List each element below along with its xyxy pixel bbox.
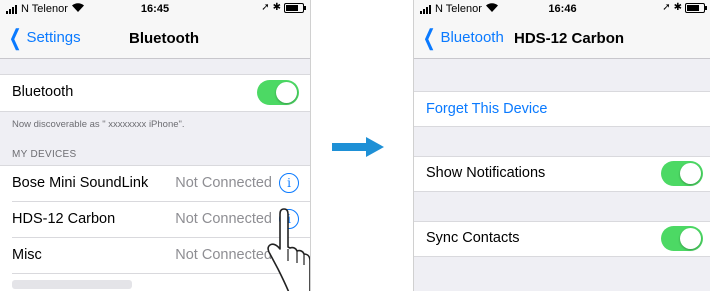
show-notifications-row: Show Notifications	[414, 156, 710, 192]
forget-device-row[interactable]: Forget This Device	[414, 91, 710, 127]
info-icon[interactable]: i	[279, 173, 299, 193]
bluetooth-row: Bluetooth	[0, 74, 310, 112]
battery-icon	[284, 2, 306, 13]
chevron-left-icon: ❮	[8, 25, 22, 50]
sync-contacts-label: Sync Contacts	[426, 230, 520, 246]
show-notifications-label: Show Notifications	[426, 165, 546, 181]
device-name: HDS-12 Carbon	[12, 211, 116, 227]
forget-device-button[interactable]: Forget This Device	[426, 101, 547, 117]
back-button[interactable]: ❮ Settings	[6, 25, 81, 50]
partial-device-row	[12, 280, 132, 289]
battery-icon	[685, 2, 707, 13]
back-label: Settings	[26, 29, 81, 46]
device-row[interactable]: Bose Mini SoundLink Not Connected i	[0, 166, 310, 201]
navigation-bar: ❮ Settings Bluetooth	[0, 18, 310, 59]
section-header: MY DEVICES	[12, 149, 77, 160]
back-label: Bluetooth	[440, 29, 504, 46]
device-detail-screen: N Telenor 16:46 ➚ ✱ ❮ Bluetooth HDS-12 C…	[413, 0, 710, 291]
status-bar: N Telenor 16:45 ➚ ✱	[0, 0, 310, 18]
device-status: Not Connected	[175, 211, 272, 227]
tapping-hand-icon	[267, 208, 310, 291]
page-title: HDS-12 Carbon	[514, 30, 625, 47]
bluetooth-icon: ✱	[673, 2, 682, 13]
device-name: Bose Mini SoundLink	[12, 175, 149, 191]
bluetooth-icon: ✱	[272, 2, 281, 13]
navigation-bar: ❮ Bluetooth HDS-12 Carbon	[414, 18, 710, 59]
bluetooth-label: Bluetooth	[12, 84, 74, 100]
chevron-left-icon: ❮	[422, 25, 436, 50]
show-notifications-toggle[interactable]	[661, 161, 703, 186]
location-icon: ➚	[662, 2, 671, 13]
page-title: Bluetooth	[129, 30, 199, 47]
sync-contacts-toggle[interactable]	[661, 226, 703, 251]
device-status: Not Connected	[175, 247, 272, 263]
device-status: Not Connected	[175, 175, 272, 191]
back-button[interactable]: ❮ Bluetooth	[420, 25, 504, 50]
status-bar: N Telenor 16:46 ➚ ✱	[414, 0, 710, 18]
bluetooth-toggle[interactable]	[257, 80, 299, 105]
bluetooth-settings-screen: N Telenor 16:45 ➚ ✱ ❮ Settings Bluetooth…	[0, 0, 311, 291]
device-name: Misc	[12, 247, 42, 263]
sync-contacts-row: Sync Contacts	[414, 221, 710, 257]
discoverable-text: Now discoverable as " xxxxxxxx iPhone".	[12, 119, 185, 130]
location-icon: ➚	[261, 2, 270, 13]
right-arrow-icon	[332, 137, 384, 157]
